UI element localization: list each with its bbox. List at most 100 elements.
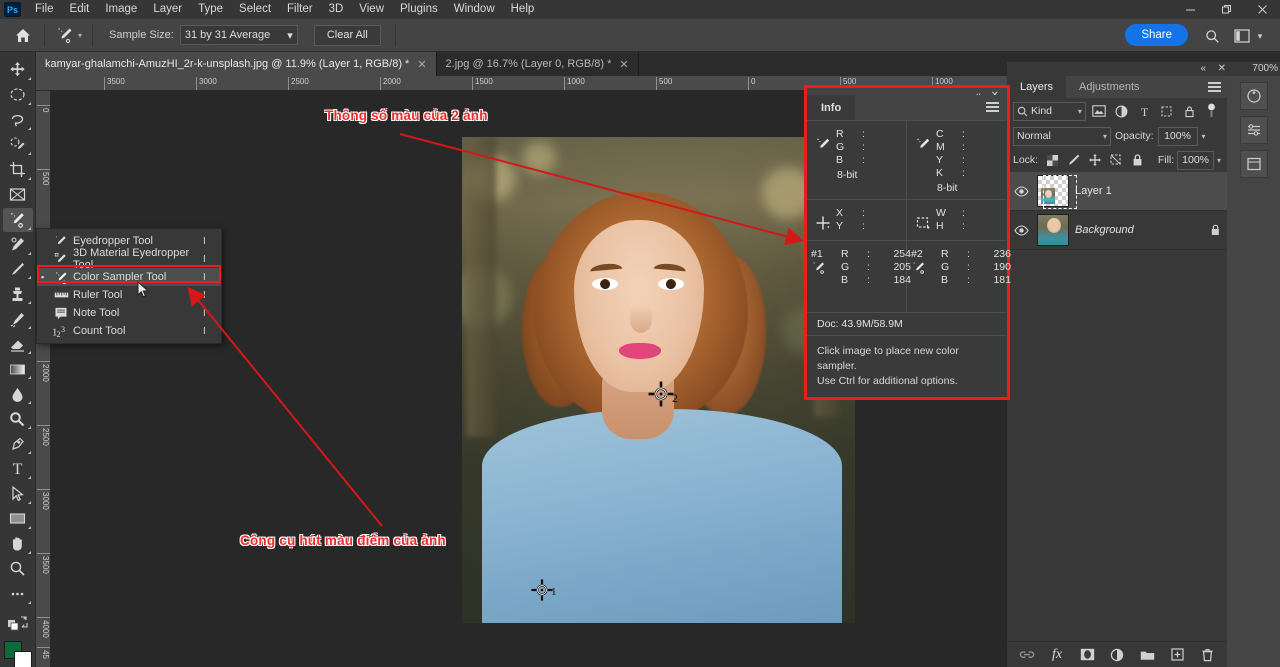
rail-libraries-panel-icon[interactable] xyxy=(1240,150,1268,178)
layer-row-layer-1[interactable]: Layer 1 xyxy=(1007,172,1227,211)
layer-kind-select[interactable]: Kind ▾ xyxy=(1013,102,1086,121)
sample-size-select[interactable]: 31 by 31 Average ▾ xyxy=(180,25,298,45)
close-icon[interactable]: ✕ xyxy=(619,58,628,71)
lock-transparent-pixels-icon[interactable] xyxy=(1043,151,1061,170)
new-group-icon[interactable] xyxy=(1139,647,1155,663)
adjustment-filter-icon[interactable] xyxy=(1112,102,1131,121)
menu-plugins[interactable]: Plugins xyxy=(392,0,446,19)
lock-all-icon[interactable] xyxy=(1128,151,1146,170)
document-canvas[interactable] xyxy=(462,137,855,623)
flyout-item-ruler-tool[interactable]: Ruler Tool I xyxy=(37,286,221,304)
workspace-chevron-icon[interactable]: ▾ xyxy=(1250,27,1270,45)
fill-value[interactable]: 100% xyxy=(1177,151,1214,170)
collapse-icon[interactable]: « xyxy=(1200,63,1206,74)
tool-preset-chevron-icon[interactable]: ▾ xyxy=(78,31,82,40)
color-sampler-marker-1[interactable]: 1 xyxy=(531,579,551,599)
horizontal-type-tool[interactable]: T xyxy=(3,457,33,481)
home-icon[interactable] xyxy=(8,22,38,48)
rectangle-tool[interactable] xyxy=(3,507,33,531)
spot-healing-brush-tool[interactable] xyxy=(3,233,33,257)
elliptical-marquee-tool[interactable] xyxy=(3,83,33,107)
history-brush-tool[interactable] xyxy=(3,307,33,331)
close-button[interactable] xyxy=(1244,0,1280,19)
search-icon[interactable] xyxy=(1202,27,1222,45)
menu-type[interactable]: Type xyxy=(190,0,231,19)
tool-flyout-menu[interactable]: Eyedropper Tool I 3D Material Eyedropper… xyxy=(36,228,222,344)
new-layer-icon[interactable] xyxy=(1169,647,1185,663)
menu-filter[interactable]: Filter xyxy=(279,0,321,19)
move-tool[interactable] xyxy=(3,58,33,82)
color-swatches[interactable] xyxy=(3,640,33,667)
color-sampler-tool[interactable] xyxy=(3,208,33,232)
menu-edit[interactable]: Edit xyxy=(62,0,98,19)
tab-info[interactable]: Info xyxy=(807,95,855,120)
menu-image[interactable]: Image xyxy=(97,0,145,19)
rail-color-panel-icon[interactable] xyxy=(1240,82,1268,110)
adjustment-layer-icon[interactable] xyxy=(1109,647,1125,663)
frame-tool[interactable] xyxy=(3,183,33,207)
layer-name-layer-1[interactable]: Layer 1 xyxy=(1075,185,1227,197)
tab-layers[interactable]: Layers xyxy=(1007,76,1066,98)
flyout-item-color-sampler-tool[interactable]: ▪ Color Sampler Tool I xyxy=(37,268,221,286)
pen-tool[interactable] xyxy=(3,432,33,456)
fill-chevron-icon[interactable]: ▾ xyxy=(1217,156,1221,165)
layer-visibility-toggle[interactable] xyxy=(1011,225,1031,236)
menu-select[interactable]: Select xyxy=(231,0,279,19)
panel-menu-icon[interactable] xyxy=(1208,82,1221,94)
share-button[interactable]: Share xyxy=(1125,24,1188,46)
maximize-button[interactable] xyxy=(1208,0,1244,19)
opacity-chevron-icon[interactable]: ▾ xyxy=(1202,132,1206,141)
edit-toolbar-tool[interactable] xyxy=(3,582,33,606)
crop-tool[interactable] xyxy=(3,158,33,182)
gradient-tool[interactable] xyxy=(3,357,33,381)
minimize-button[interactable] xyxy=(1172,0,1208,19)
smart-object-filter-icon[interactable] xyxy=(1180,102,1199,121)
dodge-tool[interactable] xyxy=(3,407,33,431)
color-sampler-marker-2[interactable]: 2 xyxy=(648,381,674,407)
hand-tool[interactable] xyxy=(3,532,33,556)
lock-position-icon[interactable] xyxy=(1086,151,1104,170)
layer-mask-icon[interactable] xyxy=(1079,647,1095,663)
menu-window[interactable]: Window xyxy=(446,0,503,19)
lock-artboard-icon[interactable] xyxy=(1107,151,1125,170)
background-color-swatch[interactable] xyxy=(14,651,32,667)
quick-selection-tool[interactable] xyxy=(3,133,33,157)
default-colors-icon[interactable] xyxy=(3,611,33,635)
panel-menu-icon[interactable] xyxy=(986,102,999,114)
opacity-value[interactable]: 100% xyxy=(1158,127,1198,146)
lock-image-pixels-icon[interactable] xyxy=(1064,151,1082,170)
close-icon[interactable]: ✕ xyxy=(1218,63,1226,74)
menu-help[interactable]: Help xyxy=(503,0,543,19)
zoom-tool[interactable] xyxy=(3,557,33,581)
document-tab-1[interactable]: kamyar-ghalamchi-AmuzHI_2r-k-unsplash.jp… xyxy=(36,52,437,76)
brush-tool[interactable] xyxy=(3,258,33,282)
flyout-item-3d-material-eyedropper-tool[interactable]: 3D Material Eyedropper Tool I xyxy=(37,250,221,268)
eraser-tool[interactable] xyxy=(3,332,33,356)
delete-layer-icon[interactable] xyxy=(1199,647,1215,663)
tab-adjustments[interactable]: Adjustments xyxy=(1066,76,1153,98)
clear-all-button[interactable]: Clear All xyxy=(314,25,381,46)
layer-visibility-toggle[interactable] xyxy=(1011,186,1031,197)
blur-tool[interactable] xyxy=(3,382,33,406)
pixel-filter-icon[interactable] xyxy=(1090,102,1109,121)
flyout-item-count-tool[interactable]: 123 Count Tool I xyxy=(37,322,221,340)
workspace-icon[interactable] xyxy=(1232,27,1252,45)
layer-thumbnail[interactable] xyxy=(1037,214,1069,246)
lasso-tool[interactable] xyxy=(3,108,33,132)
layer-name-background[interactable]: Background xyxy=(1075,224,1197,236)
layer-row-background[interactable]: Background xyxy=(1007,211,1227,250)
path-selection-tool[interactable] xyxy=(3,482,33,506)
link-layers-icon[interactable] xyxy=(1019,647,1035,663)
layer-thumbnail[interactable] xyxy=(1037,175,1069,207)
close-icon[interactable]: ✕ xyxy=(417,58,426,71)
filter-toggle-icon[interactable] xyxy=(1203,102,1222,121)
clone-stamp-tool[interactable] xyxy=(3,282,33,306)
menu-view[interactable]: View xyxy=(351,0,392,19)
current-tool-color-sampler-icon[interactable]: ▾ xyxy=(51,25,86,45)
shape-filter-icon[interactable] xyxy=(1157,102,1176,121)
rail-properties-panel-icon[interactable] xyxy=(1240,116,1268,144)
menu-3d[interactable]: 3D xyxy=(321,0,352,19)
flyout-item-note-tool[interactable]: Note Tool I xyxy=(37,304,221,322)
type-filter-icon[interactable]: T xyxy=(1135,102,1154,121)
blend-mode-select[interactable]: Normal ▾ xyxy=(1013,127,1111,146)
